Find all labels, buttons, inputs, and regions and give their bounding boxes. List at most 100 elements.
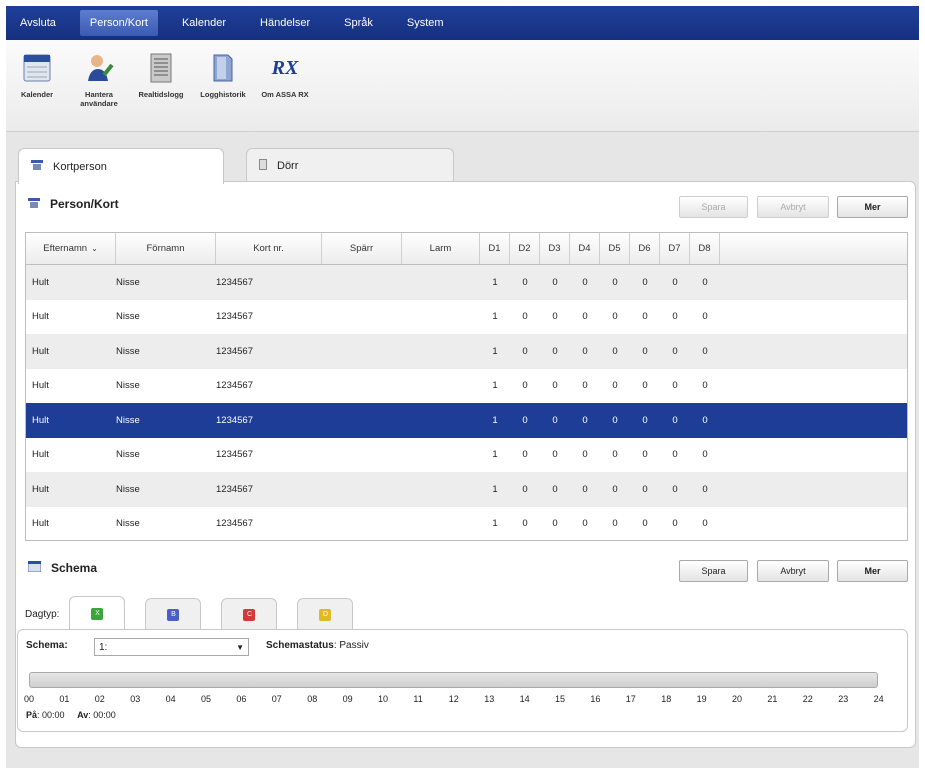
menu-item-1[interactable]: Person/Kort — [79, 10, 158, 36]
cell-d7: 0 — [672, 380, 678, 392]
button-label: Spara — [701, 202, 726, 212]
toolbar-hantera-anvandare-button[interactable]: Hantera användare — [68, 40, 130, 131]
column-header-4[interactable]: Larm — [402, 233, 480, 264]
schema-box: Schema: 1: ▼ Schemastatus: Passiv 00 01 02… — [17, 629, 908, 732]
daytype-color-icon: D — [319, 608, 332, 621]
cell-d5: 0 — [612, 345, 618, 357]
table-row[interactable]: Hult Nisse 1234567 1 0 0 0 0 0 0 0 — [26, 438, 907, 473]
cell-d8: 0 — [702, 345, 708, 357]
hour-tick-label: 12 — [448, 694, 459, 704]
column-header-3[interactable]: Spärr — [322, 233, 402, 264]
cell-d7: 0 — [672, 449, 678, 461]
rx-logo-text: RX — [271, 56, 299, 79]
cell-fornamn: Nisse — [116, 345, 140, 357]
column-header-9[interactable]: D5 — [600, 233, 630, 264]
section-title-text: Schema — [51, 561, 98, 575]
menu-item-2[interactable]: Kalender — [172, 10, 236, 36]
table-row[interactable]: Hult Nisse 1234567 1 0 0 0 0 0 0 0 — [26, 507, 907, 542]
column-header-7[interactable]: D3 — [540, 233, 570, 264]
cell-d5: 0 — [612, 380, 618, 392]
daytype-tab-1[interactable]: X — [69, 596, 126, 630]
table-row[interactable]: Hult Nisse 1234567 1 0 0 0 0 0 0 0 — [26, 334, 907, 369]
pa-label: På — [26, 710, 38, 720]
daytype-tab-2[interactable]: B — [145, 598, 202, 630]
hour-tick-label: 24 — [873, 694, 884, 704]
cell-d3: 0 — [552, 449, 558, 461]
column-header-label: Efternamn — [43, 243, 88, 254]
table-row[interactable]: Hult Nisse 1234567 1 0 0 0 0 0 0 0 — [26, 403, 907, 438]
column-header-11[interactable]: D7 — [660, 233, 690, 264]
column-header-label: D5 — [608, 243, 621, 254]
menu-item-3[interactable]: Händelser — [250, 10, 320, 36]
toolbar-logghistorik-button[interactable]: Logghistorik — [192, 40, 254, 131]
tab-dorr[interactable]: Dörr — [246, 148, 454, 182]
person-cancel-button[interactable]: Avbryt — [757, 196, 829, 218]
toolbar-realtidslogg-button[interactable]: Realtidslogg — [130, 40, 192, 131]
button-label: Spara — [701, 566, 726, 576]
menu-item-4[interactable]: Språk — [334, 10, 383, 36]
column-header-5[interactable]: D1 — [480, 233, 510, 264]
cell-d5: 0 — [612, 483, 618, 495]
user-manage-icon — [84, 52, 114, 84]
cell-efternamn: Hult — [32, 414, 49, 426]
hour-tick-label: 18 — [661, 694, 672, 704]
cell-efternamn: Hult — [32, 380, 49, 392]
hour-tick-label: 02 — [94, 694, 105, 704]
schema-status: Schemastatus: Passiv — [266, 640, 369, 651]
schema-more-button[interactable]: Mer — [837, 560, 908, 582]
cell-d4: 0 — [582, 345, 588, 357]
column-header-0[interactable]: Efternamn ⌄ — [26, 233, 116, 264]
cell-fornamn: Nisse — [116, 449, 140, 461]
cell-d2: 0 — [522, 380, 528, 392]
table-row[interactable]: Hult Nisse 1234567 1 0 0 0 0 0 0 0 — [26, 472, 907, 507]
table-row[interactable]: Hult Nisse 1234567 1 0 0 0 0 0 0 0 — [26, 369, 907, 404]
cell-d1: 1 — [492, 414, 498, 426]
cell-d6: 0 — [642, 311, 648, 323]
cell-d5: 0 — [612, 449, 618, 461]
cell-d8: 0 — [702, 518, 708, 530]
id-card-icon — [31, 160, 43, 173]
column-header-1[interactable]: Förnamn — [116, 233, 216, 264]
schema-select[interactable]: 1: ▼ — [94, 638, 249, 656]
sort-arrow-icon: ⌄ — [91, 244, 98, 253]
daytype-tab-3[interactable]: C — [221, 598, 278, 630]
cell-d8: 0 — [702, 414, 708, 426]
av-label: Av — [77, 710, 89, 720]
person-more-button[interactable]: Mer — [837, 196, 908, 218]
daytype-tab-4[interactable]: D — [297, 598, 354, 630]
cell-d6: 0 — [642, 345, 648, 357]
column-header-2[interactable]: Kort nr. — [216, 233, 322, 264]
hour-tick-label: 01 — [59, 694, 70, 704]
cell-d2: 0 — [522, 276, 528, 288]
toolbar-label: Logghistorik — [200, 90, 246, 99]
column-header-label: D8 — [698, 243, 711, 254]
cell-d1: 1 — [492, 311, 498, 323]
menu-item-0[interactable]: Avsluta — [10, 10, 66, 36]
hour-tick-label: 14 — [519, 694, 530, 704]
cell-d8: 0 — [702, 449, 708, 461]
cell-d6: 0 — [642, 483, 648, 495]
column-header-10[interactable]: D6 — [630, 233, 660, 264]
hour-tick-label: 21 — [767, 694, 778, 704]
schema-cancel-button[interactable]: Avbryt — [757, 560, 829, 582]
column-header-12[interactable]: D8 — [690, 233, 720, 264]
schema-save-button[interactable]: Spara — [679, 560, 748, 582]
daytype-color-icon: C — [243, 608, 256, 621]
cell-d3: 0 — [552, 518, 558, 530]
column-header-6[interactable]: D2 — [510, 233, 540, 264]
menu-item-5[interactable]: System — [397, 10, 454, 36]
cell-d3: 0 — [552, 483, 558, 495]
table-row[interactable]: Hult Nisse 1234567 1 0 0 0 0 0 0 0 — [26, 300, 907, 335]
tab-kortperson[interactable]: Kortperson — [18, 148, 224, 184]
column-header-8[interactable]: D4 — [570, 233, 600, 264]
person-save-button[interactable]: Spara — [679, 196, 748, 218]
cell-kort: 1234567 — [216, 311, 253, 323]
toolbar-kalender-button[interactable]: Kalender — [6, 40, 68, 131]
daytype-label: Dagtyp: — [25, 609, 60, 620]
toolbar-om-assa-rx-button[interactable]: RX Om ASSA RX — [254, 40, 316, 131]
cell-d8: 0 — [702, 380, 708, 392]
hour-tick-label: 23 — [838, 694, 849, 704]
rx-logo-icon: RX — [270, 52, 300, 84]
table-row[interactable]: Hult Nisse 1234567 1 0 0 0 0 0 0 0 — [26, 265, 907, 300]
schedule-timebar[interactable] — [29, 672, 878, 688]
